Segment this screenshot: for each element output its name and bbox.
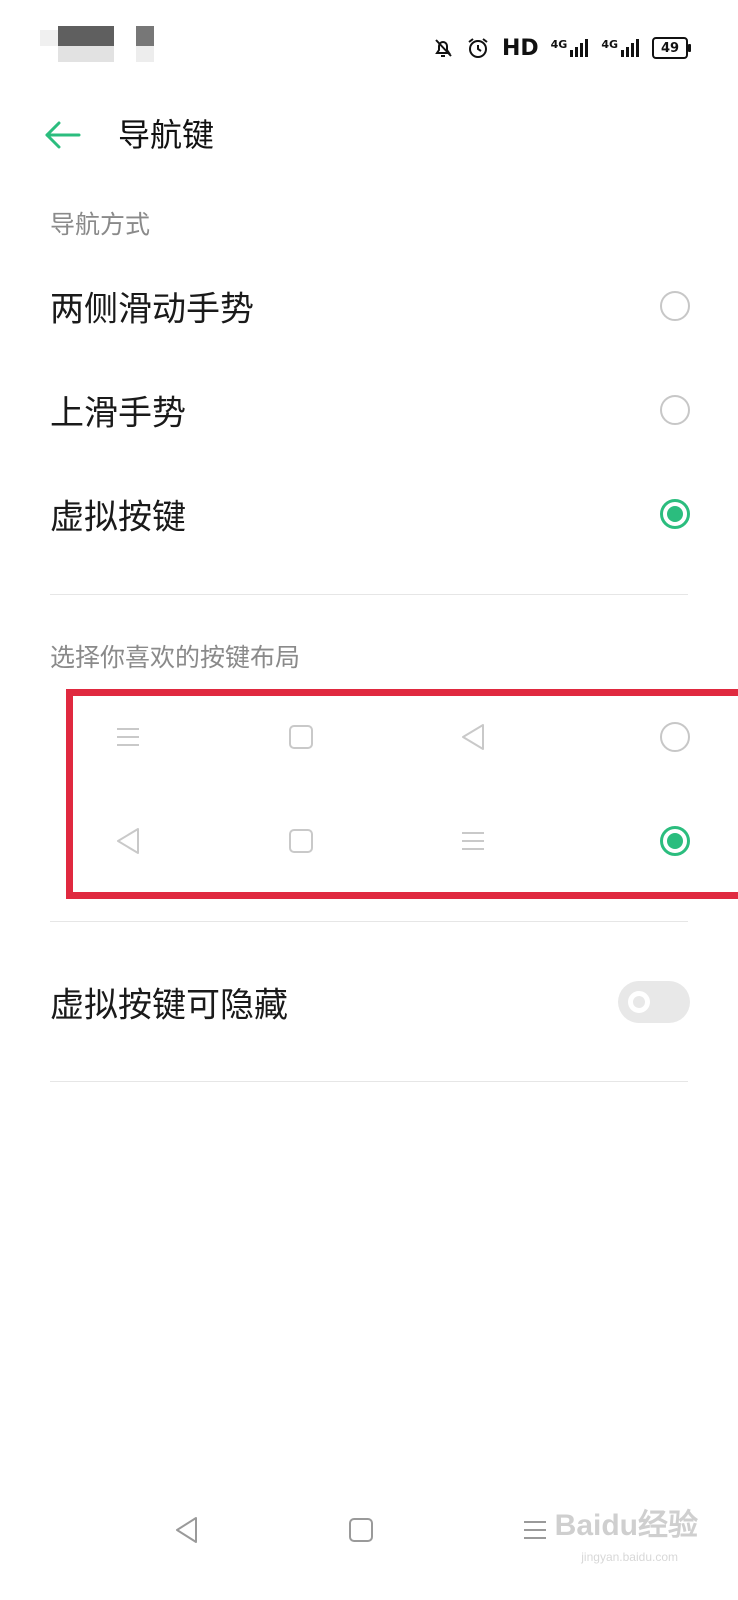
square-icon bbox=[289, 725, 313, 749]
layout-option-2[interactable] bbox=[0, 789, 738, 893]
battery-icon: 49 bbox=[652, 37, 691, 59]
hideable-keys-toggle[interactable] bbox=[618, 981, 690, 1023]
option-label: 虚拟按键 bbox=[50, 497, 186, 538]
nav-recents-button[interactable] bbox=[515, 1510, 555, 1550]
radio-button-unchecked[interactable] bbox=[660, 395, 690, 425]
signal-1: 4G bbox=[551, 38, 590, 58]
nav-option-swipe-up[interactable]: 上滑手势 bbox=[0, 358, 738, 462]
hideable-keys-label: 虚拟按键可隐藏 bbox=[50, 985, 288, 1026]
square-icon bbox=[289, 829, 313, 853]
divider bbox=[50, 921, 688, 922]
back-button[interactable] bbox=[38, 110, 88, 160]
blurred-carrier-text bbox=[40, 30, 60, 46]
menu-icon bbox=[117, 728, 139, 746]
home-square-icon bbox=[349, 1518, 373, 1542]
alarm-clock-icon bbox=[468, 38, 488, 58]
nav-home-button[interactable] bbox=[341, 1510, 381, 1550]
nav-option-side-swipe[interactable]: 两侧滑动手势 bbox=[0, 254, 738, 358]
blurred-carrier-text bbox=[58, 46, 114, 62]
watermark-logo: Baidu经验 bbox=[554, 1509, 698, 1542]
watermark-url: jingyan.baidu.com bbox=[581, 1550, 678, 1564]
divider bbox=[50, 594, 688, 595]
battery-level: 49 bbox=[660, 40, 680, 56]
divider bbox=[50, 1081, 688, 1082]
option-label: 上滑手势 bbox=[50, 393, 186, 434]
status-icons: HD 4G 4G 49 bbox=[432, 30, 691, 66]
menu-icon bbox=[524, 1521, 546, 1539]
nav-option-virtual-keys[interactable]: 虚拟按键 bbox=[0, 462, 738, 566]
hideable-keys-row[interactable]: 虚拟按键可隐藏 bbox=[0, 950, 738, 1054]
network-type-label: 4G bbox=[601, 38, 618, 51]
page-title: 导航键 bbox=[118, 116, 215, 154]
radio-button-checked[interactable] bbox=[660, 499, 690, 529]
signal-bars-icon bbox=[570, 39, 589, 57]
blurred-time-text bbox=[136, 46, 154, 62]
network-type-label: 4G bbox=[550, 38, 568, 51]
radio-button-unchecked[interactable] bbox=[660, 291, 690, 321]
option-label: 两侧滑动手势 bbox=[50, 289, 254, 330]
blurred-time-text bbox=[136, 26, 154, 46]
signal-2: 4G bbox=[601, 38, 640, 58]
section-title-layout: 选择你喜欢的按键布局 bbox=[50, 643, 301, 672]
toggle-knob bbox=[628, 991, 650, 1013]
radio-button-checked[interactable] bbox=[660, 826, 690, 856]
arrow-left-icon bbox=[45, 121, 81, 149]
menu-icon bbox=[462, 832, 484, 850]
mute-bell-icon bbox=[435, 39, 452, 57]
layout-option-1[interactable] bbox=[0, 685, 738, 789]
back-triangle-icon bbox=[117, 828, 139, 854]
blurred-carrier-text bbox=[58, 26, 114, 46]
signal-bars-icon bbox=[621, 39, 639, 57]
nav-back-button[interactable] bbox=[167, 1510, 207, 1550]
hd-indicator: HD bbox=[501, 35, 539, 61]
back-triangle-icon bbox=[176, 1517, 197, 1543]
radio-button-unchecked[interactable] bbox=[660, 722, 690, 752]
section-title-nav-mode: 导航方式 bbox=[50, 210, 151, 239]
back-triangle-icon bbox=[462, 724, 484, 750]
